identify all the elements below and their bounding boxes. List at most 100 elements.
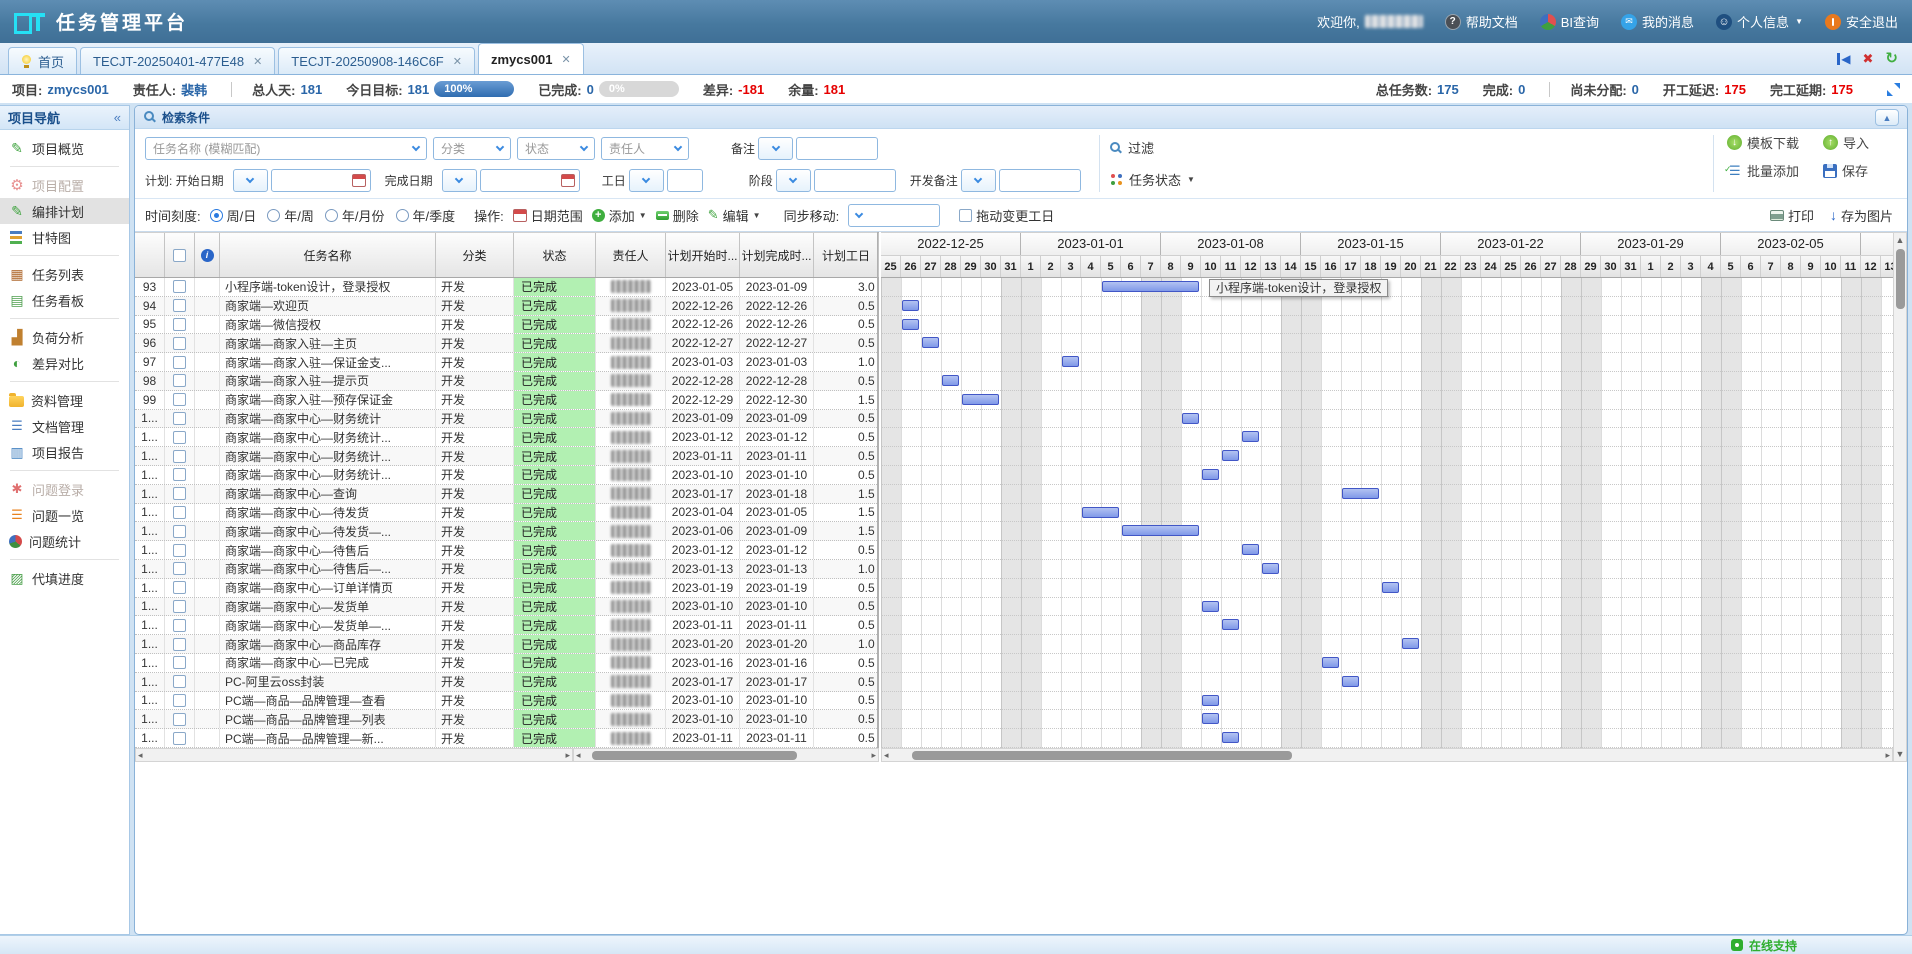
task-name-cell[interactable]: 商家端—商家中心—已完成 bbox=[220, 653, 436, 672]
search-collapse-button[interactable]: ▲ bbox=[1875, 109, 1899, 126]
time-scale-option-年/月份[interactable]: 年/月份 bbox=[324, 206, 385, 225]
row-checkbox[interactable] bbox=[173, 618, 186, 632]
row-checkbox[interactable] bbox=[173, 543, 186, 557]
gantt-bar[interactable] bbox=[1202, 600, 1219, 612]
gantt-vscrollbar[interactable]: ▲ ▼ bbox=[1893, 232, 1907, 762]
select-all-checkbox[interactable] bbox=[173, 248, 186, 262]
sync-move-select[interactable] bbox=[848, 203, 941, 227]
row-checkbox[interactable] bbox=[173, 712, 186, 726]
row-checkbox[interactable] bbox=[173, 505, 186, 519]
row-checkbox[interactable] bbox=[173, 374, 186, 388]
header-menu-bi-query[interactable]: BI查询 bbox=[1539, 12, 1599, 31]
task-name-cell[interactable]: 商家端—商家中心—发货单—... bbox=[220, 616, 436, 635]
template-download-button[interactable]: 模板下载 bbox=[1727, 133, 1799, 152]
sidebar-collapse-icon[interactable]: « bbox=[114, 110, 121, 125]
table-hscrollbar-left[interactable]: ◂ ▸ bbox=[135, 748, 573, 762]
row-checkbox[interactable] bbox=[173, 299, 186, 313]
category-select[interactable]: 分类 bbox=[433, 137, 511, 160]
row-checkbox[interactable] bbox=[173, 599, 186, 613]
tab-close-icon[interactable]: ✕ bbox=[561, 53, 570, 66]
batch-add-button[interactable]: 批量添加 bbox=[1724, 161, 1799, 180]
gantt-bar[interactable] bbox=[1402, 638, 1419, 650]
refresh-icon[interactable] bbox=[1885, 51, 1898, 66]
gantt-bar[interactable] bbox=[1342, 675, 1359, 687]
gantt-bar[interactable] bbox=[1062, 356, 1079, 368]
header-menu-my-messages[interactable]: 我的消息 bbox=[1621, 12, 1694, 31]
tab-TECJT-20250908-146C6F[interactable]: TECJT-20250908-146C6F ✕ bbox=[278, 47, 475, 74]
delete-button[interactable]: 删除 bbox=[655, 206, 699, 225]
task-name-cell[interactable]: PC端—商品—品牌管理—查看 bbox=[220, 691, 436, 710]
gantt-bar[interactable] bbox=[902, 318, 919, 330]
task-name-select[interactable]: 任务名称 (模糊匹配) bbox=[145, 137, 427, 160]
header-menu-logout[interactable]: 安全退出 bbox=[1824, 12, 1898, 31]
online-support-link[interactable]: 在线支持 bbox=[1749, 937, 1797, 954]
expand-icon[interactable] bbox=[1887, 82, 1900, 96]
workday-mode-select[interactable] bbox=[628, 169, 664, 192]
sidebar-item-任务列表[interactable]: 任务列表 bbox=[0, 261, 129, 287]
task-name-cell[interactable]: 商家端—商家入驻—主页 bbox=[220, 334, 436, 353]
header-menu-help-docs[interactable]: 帮助文档 bbox=[1444, 12, 1518, 31]
row-checkbox[interactable] bbox=[173, 656, 186, 670]
date-range-button[interactable]: 日期范围 bbox=[512, 206, 583, 225]
task-name-cell[interactable]: PC端—商品—品牌管理—新... bbox=[220, 729, 436, 747]
task-name-cell[interactable]: 商家端—商家中心—待售后 bbox=[220, 541, 436, 559]
tab-close-icon[interactable]: ✕ bbox=[453, 55, 462, 68]
remark-input[interactable] bbox=[796, 137, 879, 160]
dev-remark-mode-select[interactable] bbox=[960, 169, 996, 192]
owner-select[interactable]: 责任人 bbox=[601, 137, 689, 160]
tab-zmycs001[interactable]: zmycs001 ✕ bbox=[477, 43, 584, 74]
row-checkbox[interactable] bbox=[173, 637, 186, 651]
gantt-hscrollbar[interactable]: ◂ ▸ bbox=[881, 748, 1893, 762]
row-checkbox[interactable] bbox=[173, 411, 186, 425]
plan-start-input[interactable] bbox=[270, 169, 371, 192]
row-checkbox[interactable] bbox=[173, 524, 186, 538]
print-button[interactable]: 打印 bbox=[1769, 206, 1814, 225]
gantt-bar[interactable] bbox=[1182, 412, 1199, 424]
gantt-bar[interactable] bbox=[1222, 619, 1239, 631]
gantt-bar[interactable] bbox=[1242, 431, 1259, 443]
gantt-bar[interactable] bbox=[1242, 544, 1259, 556]
task-name-cell[interactable]: 商家端—商家中心—查询 bbox=[220, 484, 436, 503]
gantt-bar[interactable] bbox=[1102, 281, 1199, 292]
dev-remark-input[interactable] bbox=[998, 169, 1081, 192]
calendar-icon[interactable] bbox=[560, 174, 575, 187]
gantt-bar[interactable] bbox=[1382, 581, 1399, 593]
task-name-cell[interactable]: 商家端—商家中心—财务统计 bbox=[220, 409, 436, 428]
task-name-cell[interactable]: 商家端—商家中心—财务统计... bbox=[220, 428, 436, 447]
collapse-left-icon[interactable] bbox=[1837, 52, 1850, 65]
close-icon[interactable] bbox=[1863, 52, 1874, 65]
sidebar-item-编排计划[interactable]: 编排计划 bbox=[0, 198, 129, 224]
row-checkbox[interactable] bbox=[173, 336, 186, 350]
radio-icon[interactable] bbox=[209, 208, 223, 222]
gantt-bar[interactable] bbox=[1202, 713, 1219, 725]
sidebar-item-问题统计[interactable]: 问题统计 bbox=[0, 528, 129, 554]
gantt-bar[interactable] bbox=[1222, 732, 1239, 744]
task-name-cell[interactable]: 商家端—商家中心—订单详情页 bbox=[220, 578, 436, 597]
tab-首页[interactable]: 首页 bbox=[8, 47, 78, 74]
radio-icon[interactable] bbox=[395, 208, 409, 222]
gantt-bar[interactable] bbox=[1202, 694, 1219, 706]
task-name-cell[interactable]: 商家端—商家中心—商品库存 bbox=[220, 635, 436, 653]
workday-input[interactable] bbox=[666, 169, 703, 192]
tab-TECJT-20250401-477E48[interactable]: TECJT-20250401-477E48 ✕ bbox=[80, 47, 276, 74]
task-name-cell[interactable]: 商家端—商家入驻—预存保证金 bbox=[220, 390, 436, 409]
header-menu-profile[interactable]: 个人信息 ▼ bbox=[1716, 12, 1803, 31]
gantt-bar[interactable] bbox=[1082, 506, 1119, 518]
gantt-bar[interactable] bbox=[942, 374, 959, 386]
calendar-icon[interactable] bbox=[351, 174, 366, 187]
task-name-cell[interactable]: 商家端—商家入驻—保证金支... bbox=[220, 353, 436, 371]
plan-end-mode-select[interactable] bbox=[441, 169, 477, 192]
remark-mode-select[interactable] bbox=[758, 137, 794, 160]
sidebar-item-代填进度[interactable]: 代填进度 bbox=[0, 565, 129, 591]
row-checkbox[interactable] bbox=[173, 675, 186, 689]
stage-mode-select[interactable] bbox=[775, 169, 811, 192]
table-hscrollbar-right[interactable]: ◂ ▸ bbox=[573, 748, 879, 762]
import-button[interactable]: 导入 bbox=[1823, 133, 1869, 152]
gantt-bar[interactable] bbox=[1122, 525, 1199, 537]
row-checkbox[interactable] bbox=[173, 487, 186, 501]
row-checkbox[interactable] bbox=[173, 393, 186, 407]
radio-icon[interactable] bbox=[324, 208, 338, 222]
add-button[interactable]: 添加▼ bbox=[591, 206, 647, 225]
edit-button[interactable]: 编辑▼ bbox=[708, 206, 761, 225]
row-checkbox[interactable] bbox=[173, 693, 186, 707]
